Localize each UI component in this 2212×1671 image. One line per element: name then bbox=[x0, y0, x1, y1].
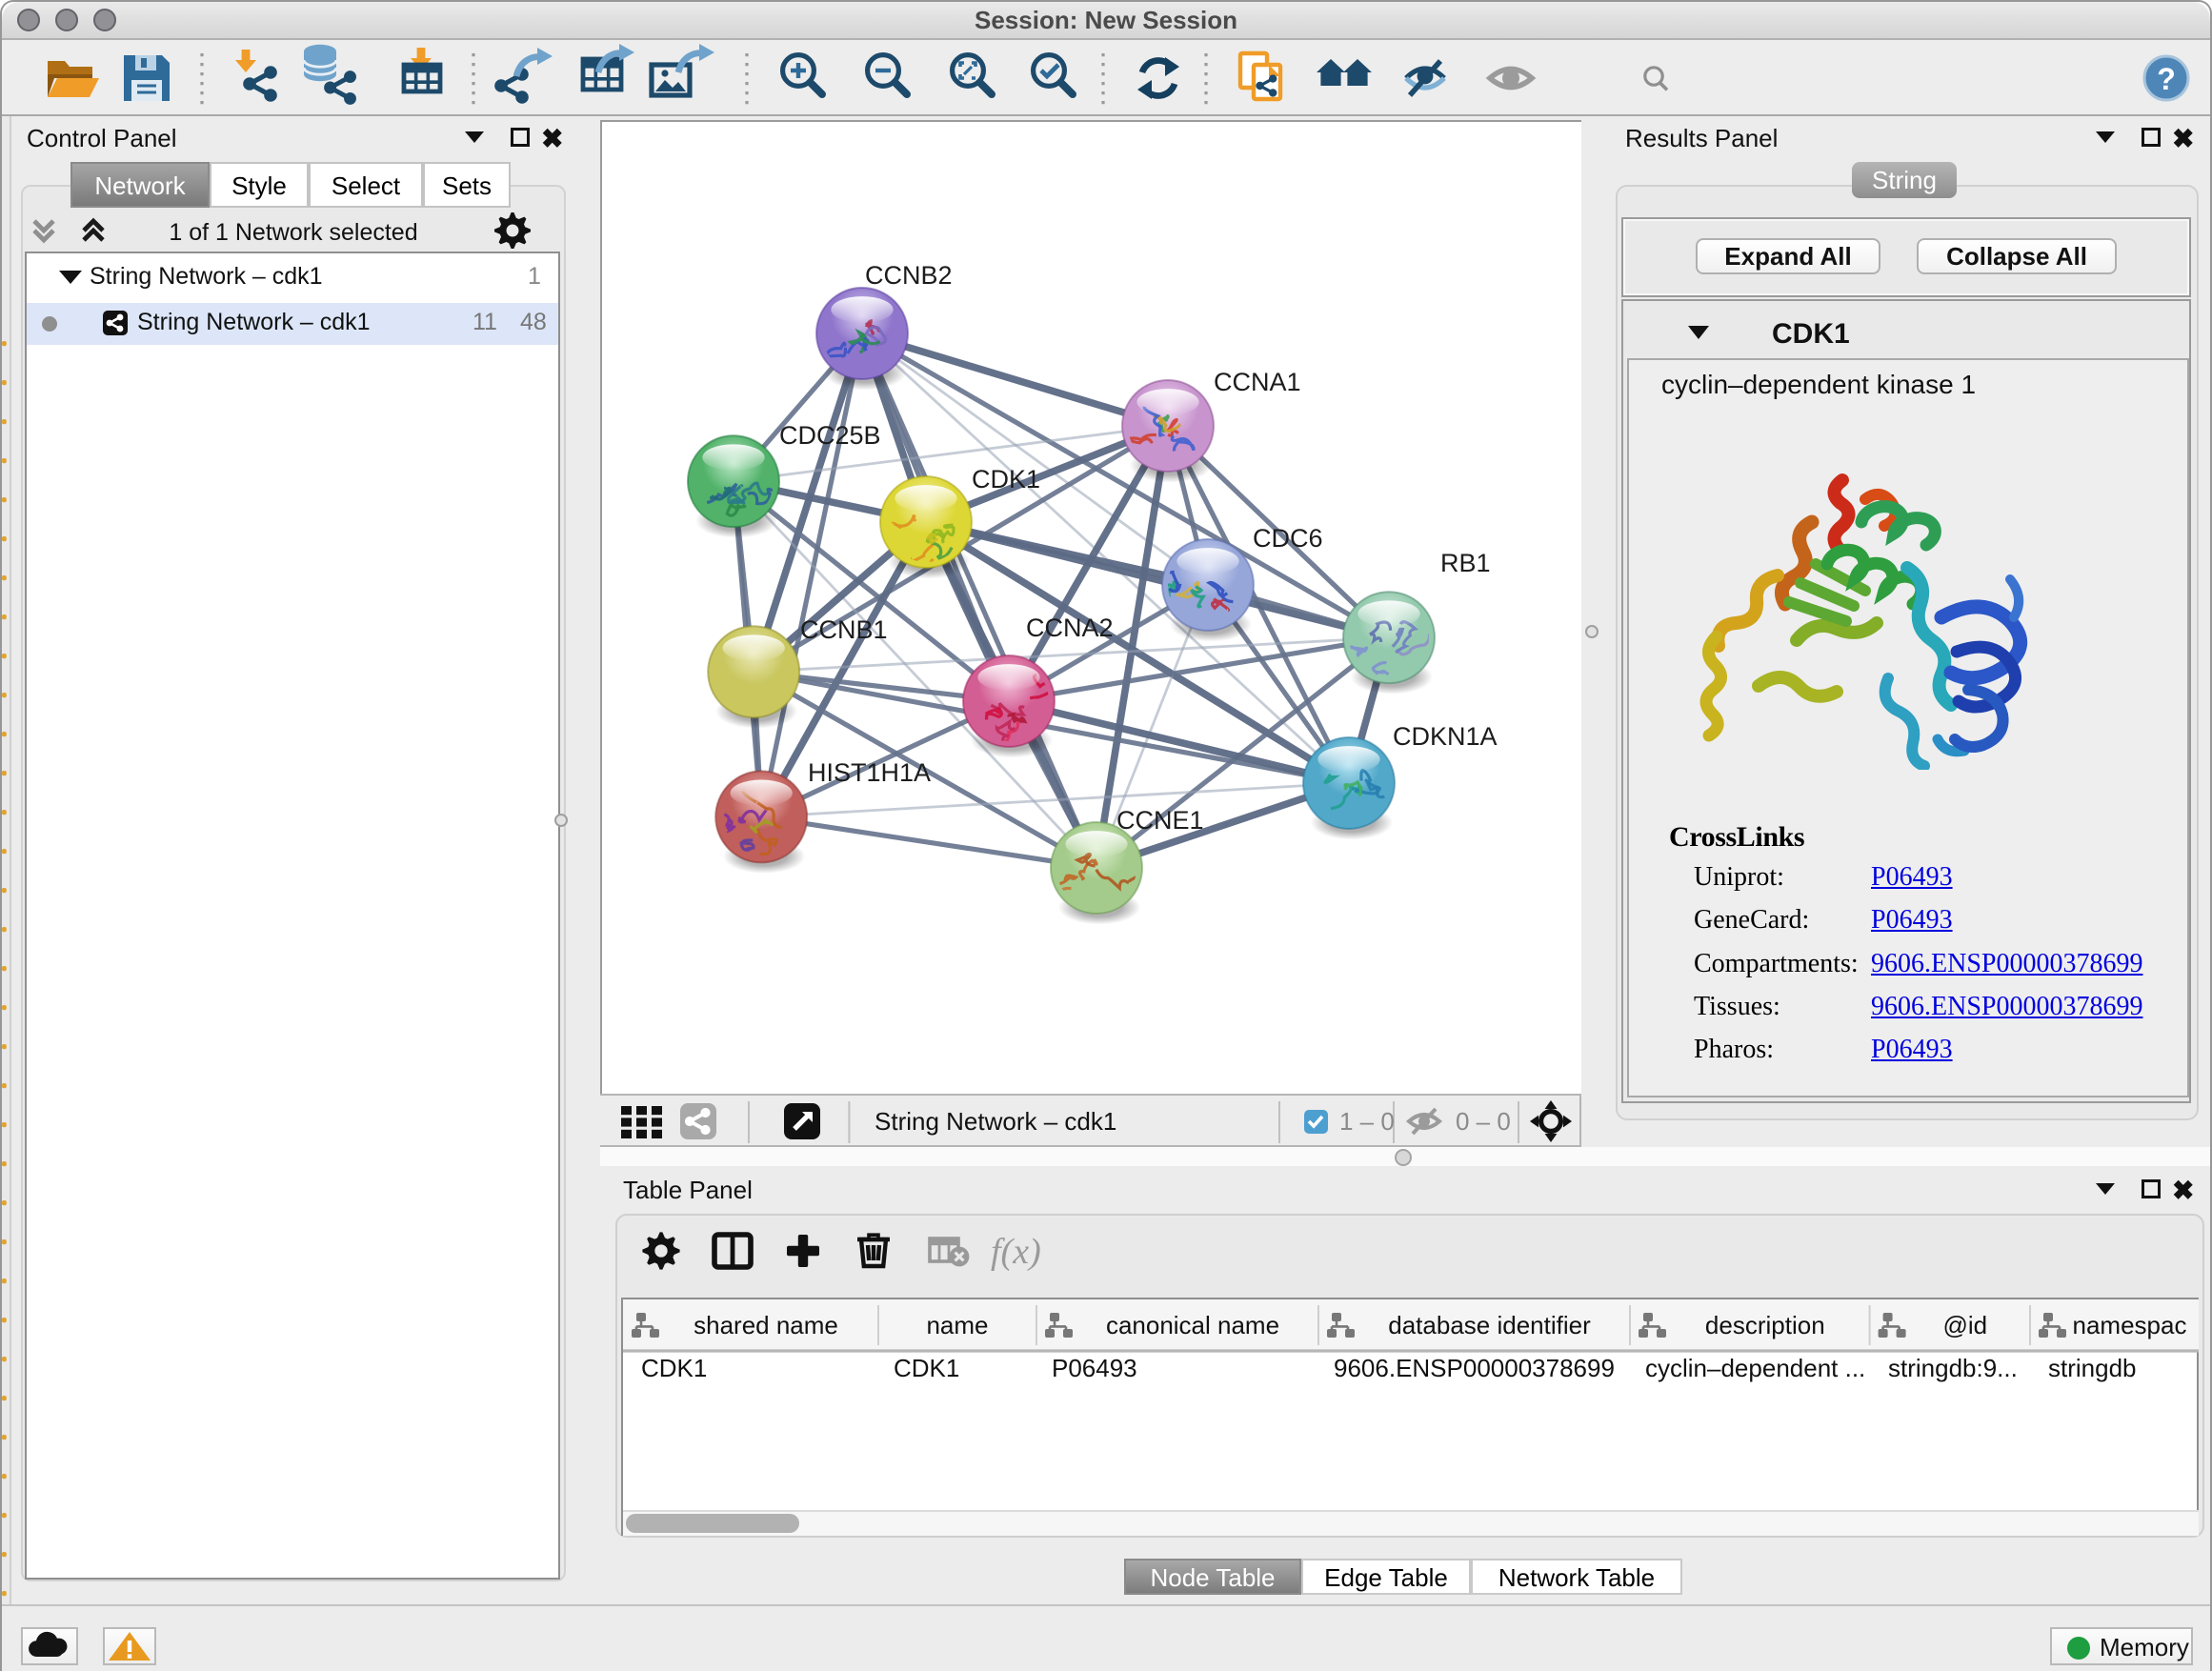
svg-text:database identifier: database identifier bbox=[1388, 1311, 1591, 1339]
svg-text:CCNA1: CCNA1 bbox=[1214, 368, 1301, 396]
svg-text:namespac: namespac bbox=[2073, 1311, 2187, 1339]
svg-text:P06493: P06493 bbox=[1052, 1354, 1137, 1382]
svg-text:CDK1: CDK1 bbox=[894, 1354, 959, 1382]
svg-text:cyclin–dependent ...: cyclin–dependent ... bbox=[1645, 1354, 1865, 1382]
svg-text:CDK1: CDK1 bbox=[641, 1354, 707, 1382]
svg-text:canonical name: canonical name bbox=[1106, 1311, 1279, 1339]
svg-text:?: ? bbox=[2157, 62, 2176, 96]
svg-text:CCNE1: CCNE1 bbox=[1116, 806, 1204, 835]
svg-text:RB1: RB1 bbox=[1440, 549, 1491, 577]
svg-text:CDK1: CDK1 bbox=[1772, 318, 1850, 350]
svg-text:name: name bbox=[926, 1311, 988, 1339]
svg-text:CDC6: CDC6 bbox=[1253, 524, 1323, 553]
svg-text:1 of 1 Network selected: 1 of 1 Network selected bbox=[169, 219, 417, 246]
svg-text:description: description bbox=[1705, 1311, 1825, 1339]
svg-text:f(x): f(x) bbox=[991, 1232, 1041, 1272]
svg-text:HIST1H1A: HIST1H1A bbox=[808, 758, 931, 787]
svg-text:shared name: shared name bbox=[694, 1311, 838, 1339]
svg-text:String Network – cdk1: String Network – cdk1 bbox=[875, 1107, 1116, 1136]
svg-text:@id: @id bbox=[1942, 1311, 1987, 1339]
svg-text:1 – 0: 1 – 0 bbox=[1339, 1107, 1395, 1136]
svg-text:0 – 0: 0 – 0 bbox=[1456, 1107, 1511, 1136]
svg-text:CDC25B: CDC25B bbox=[779, 421, 881, 450]
svg-text:stringdb: stringdb bbox=[2048, 1354, 2137, 1382]
svg-text:CCNB2: CCNB2 bbox=[865, 261, 953, 290]
svg-text:CCNB1: CCNB1 bbox=[800, 615, 888, 644]
svg-text:stringdb:9...: stringdb:9... bbox=[1888, 1354, 2018, 1382]
svg-text:CDK1: CDK1 bbox=[972, 465, 1040, 493]
svg-text:CCNA2: CCNA2 bbox=[1026, 614, 1114, 642]
svg-text:9606.ENSP00000378699: 9606.ENSP00000378699 bbox=[1334, 1354, 1615, 1382]
svg-text:CDKN1A: CDKN1A bbox=[1393, 722, 1498, 751]
